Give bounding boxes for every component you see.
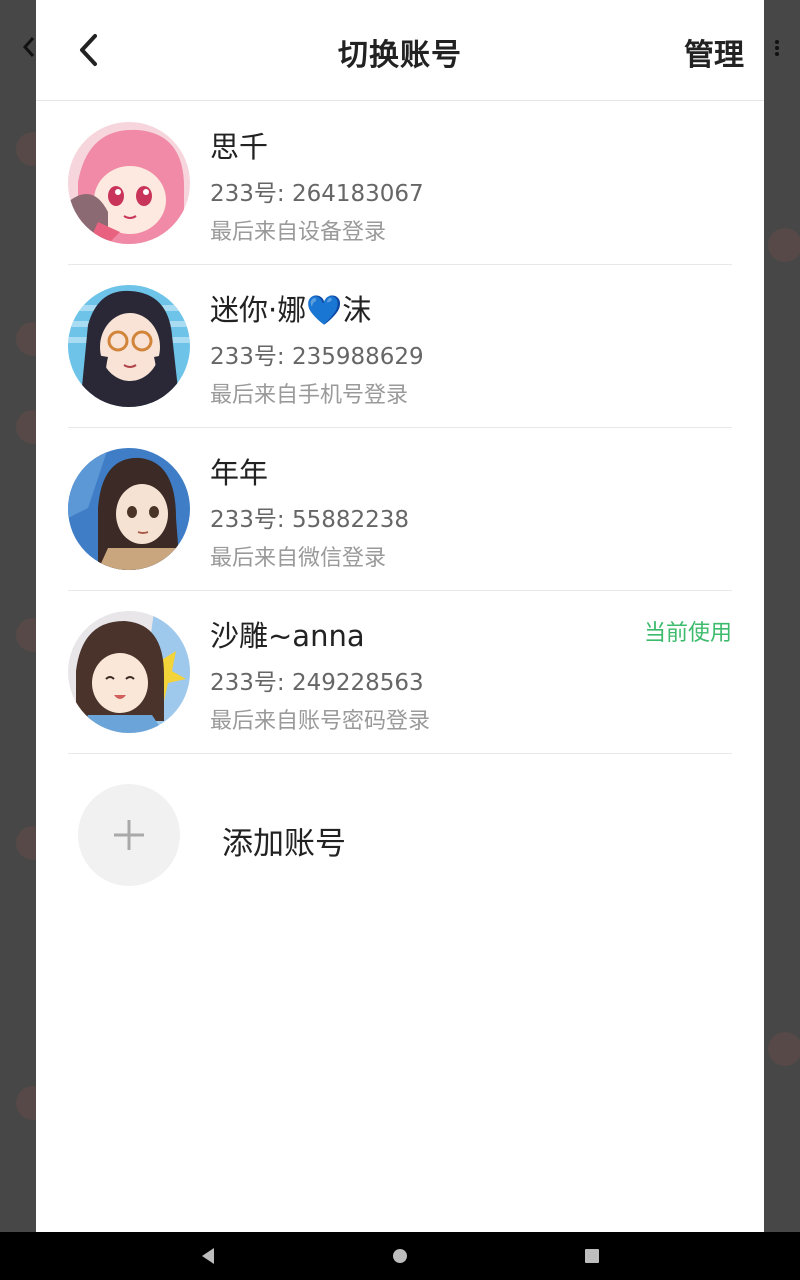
nav-recents-button[interactable] — [562, 1232, 622, 1280]
switch-account-panel: 切换账号 管理 思千 233号: 264183067 最后来自设备登录 迷你·娜… — [36, 0, 764, 1232]
account-item[interactable]: 思千 233号: 264183067 最后来自设备登录 — [68, 102, 732, 265]
nav-back-button[interactable] — [178, 1232, 238, 1280]
background-more-icon — [772, 38, 782, 60]
account-name: 年年 — [210, 456, 269, 490]
page-title: 切换账号 — [338, 38, 462, 73]
background-avatar — [768, 1032, 800, 1066]
background-back-icon — [22, 36, 36, 58]
avatar — [68, 122, 190, 244]
current-account-badge: 当前使用 — [643, 621, 732, 646]
add-account-label: 添加账号 — [222, 826, 346, 862]
account-item[interactable]: 迷你·娜💙沫 233号: 235988629 最后来自手机号登录 — [68, 265, 732, 428]
last-login-method: 最后来自账号密码登录 — [210, 709, 431, 734]
plus-icon — [114, 820, 144, 850]
account-id: 233号: 264183067 — [210, 181, 424, 207]
avatar — [68, 448, 190, 570]
last-login-method: 最后来自设备登录 — [210, 220, 387, 245]
avatar — [68, 285, 190, 407]
account-id: 233号: 249228563 — [210, 670, 424, 696]
account-id: 233号: 235988629 — [210, 344, 424, 370]
account-item[interactable]: 沙雕~anna 233号: 249228563 最后来自账号密码登录 当前使用 — [68, 591, 732, 754]
account-name: 沙雕~anna — [210, 619, 365, 653]
last-login-method: 最后来自微信登录 — [210, 546, 387, 571]
account-item[interactable]: 年年 233号: 55882238 最后来自微信登录 — [68, 428, 732, 591]
square-recents-icon — [585, 1249, 599, 1263]
system-navigation-bar — [0, 1232, 800, 1280]
nav-home-button[interactable] — [370, 1232, 430, 1280]
account-name: 思千 — [210, 130, 269, 164]
account-name: 迷你·娜💙沫 — [210, 293, 372, 327]
circle-home-icon — [393, 1249, 407, 1263]
background-avatar — [768, 228, 800, 262]
triangle-back-icon — [202, 1248, 214, 1264]
top-bar: 切换账号 管理 — [36, 0, 764, 101]
avatar — [68, 611, 190, 733]
add-circle — [78, 784, 180, 886]
account-id: 233号: 55882238 — [210, 507, 410, 533]
add-account-button[interactable]: 添加账号 — [68, 754, 732, 917]
manage-button[interactable]: 管理 — [684, 30, 744, 74]
last-login-method: 最后来自手机号登录 — [210, 383, 409, 408]
